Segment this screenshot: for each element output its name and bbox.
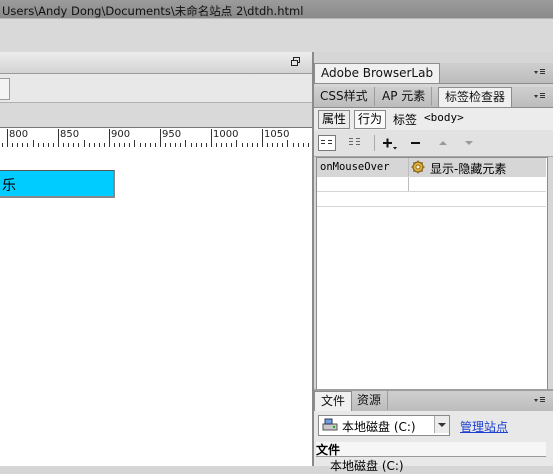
ruler-tick [134, 140, 135, 147]
panel-menu-icon[interactable] [532, 394, 546, 406]
row-divider [317, 191, 546, 192]
document-toolbar [0, 74, 312, 103]
ruler-label: 1050 [264, 129, 290, 140]
ruler-tick [160, 129, 161, 147]
toolbar-button[interactable] [0, 78, 10, 100]
ruler-tick [211, 129, 212, 147]
ap-div-text: 乐 [2, 178, 16, 194]
tab-tag-inspector[interactable]: 标签检查器 [438, 87, 513, 107]
gear-icon [411, 160, 425, 174]
tab-assets[interactable]: 资源 [351, 391, 389, 410]
ap-div-element[interactable] [0, 170, 115, 198]
tab-browserlab[interactable]: Adobe BrowserLab [314, 63, 441, 83]
ruler-label: 850 [60, 129, 80, 140]
tab-files[interactable]: 文件 [314, 391, 353, 411]
chevron-down-icon [438, 423, 446, 427]
ruler-tick [236, 140, 237, 147]
behavior-action[interactable]: 显示-隐藏元素 [430, 160, 506, 177]
browserlab-panel-header: Adobe BrowserLab [314, 63, 553, 84]
ruler-tick [33, 140, 34, 147]
document-tab[interactable] [0, 52, 312, 74]
row-divider [317, 206, 546, 207]
drive-select-value: 本地磁盘 (C:) [342, 420, 416, 434]
restore-window-icon[interactable] [291, 57, 300, 66]
ruler-label: 950 [162, 129, 182, 140]
ruler-tick [287, 140, 288, 147]
ruler-label: 800 [9, 129, 29, 140]
files-panel-tabbar: 文件 资源 [314, 391, 553, 412]
ruler-tick [109, 129, 110, 147]
ruler-tick [84, 140, 85, 147]
tag-label: 标签 [393, 113, 418, 127]
move-up-icon[interactable] [434, 135, 452, 151]
show-all-events-icon[interactable] [346, 135, 364, 151]
files-column-header [316, 442, 546, 457]
ruler-tick [262, 129, 263, 147]
panel-menu-icon[interactable] [532, 66, 546, 78]
tab-css-styles[interactable]: CSS样式 [314, 87, 375, 106]
ruler-tick [7, 129, 8, 147]
column-divider [408, 158, 409, 191]
ruler-label: 1000 [213, 129, 239, 140]
remove-behavior-icon[interactable] [407, 135, 425, 151]
drive-icon [322, 418, 338, 431]
toolbar-area [0, 18, 553, 53]
panel-menu-icon[interactable] [532, 90, 546, 102]
document-path: Users\Andy Dong\Documents\未命名站点 2\dtdh.h… [2, 4, 304, 18]
ruler-label: 900 [111, 129, 131, 140]
tab-ap-elements[interactable]: AP 元素 [376, 87, 433, 106]
move-down-icon[interactable] [460, 135, 478, 151]
files-header-label: 文件 [316, 443, 341, 457]
add-behavior-icon[interactable] [380, 135, 398, 151]
behavior-event[interactable]: onMouseOver [320, 161, 390, 173]
behaviors-list[interactable] [316, 157, 548, 391]
horizontal-ruler: 800 850 900 950 1000 1050 [0, 127, 312, 148]
tag-value: <body> [424, 111, 464, 124]
show-set-events-icon[interactable] [318, 135, 336, 151]
ruler-tick [185, 140, 186, 147]
sub-tab-attributes[interactable]: 属性 [318, 110, 351, 129]
ruler-tick [58, 129, 59, 147]
sub-tab-behaviors[interactable]: 行为 [354, 110, 387, 129]
dropdown-arrow[interactable] [434, 416, 449, 433]
toolbar-divider [374, 135, 375, 151]
manage-sites-link[interactable]: 管理站点 [460, 418, 508, 435]
tag-panel-tabbar: CSS样式 AP 元素 标签检查器 [314, 87, 553, 108]
toolbar-spacer [0, 103, 312, 127]
